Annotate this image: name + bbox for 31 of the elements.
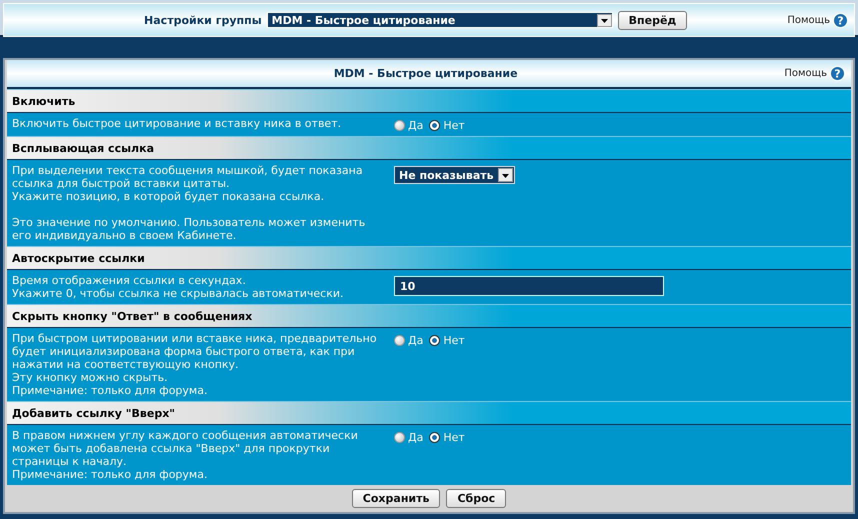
dropdown-icon xyxy=(498,168,513,182)
setting-description: Это значение по умолчанию. Пользователь может изменить его индивидуально в своем Кабинете. xyxy=(12,216,366,242)
setting-description: Включить быстрое цитирование и вставку ника в ответ. xyxy=(12,117,342,130)
section-title: Скрыть кнопку "Ответ" в сообщениях xyxy=(12,310,252,322)
section-title: Всплывающая ссылка xyxy=(12,142,154,154)
radio-button[interactable] xyxy=(429,120,440,131)
radio-button[interactable] xyxy=(429,335,440,346)
form-button[interactable]: Сохранить xyxy=(352,489,440,508)
section-title: Включить xyxy=(12,94,76,108)
group-label: Настройки группы xyxy=(144,14,262,26)
setting-description: При выделении текста сообщения мышкой, будет показана ссылка для быстрой вставки цитаты. Укажите позицию, в которой будет показана ссылка. xyxy=(12,164,364,203)
dropdown-icon xyxy=(596,14,612,26)
setting-description: В правом нижнем углу каждого сообщения автоматически может быть добавлена ссылка "Вверх" для прокрутки страницы к началу. Примечание: только для форума. xyxy=(12,429,359,481)
section-title: Добавить ссылку "Вверх" xyxy=(12,406,176,420)
setting-description: Время отображения ссылки в секундах. Укажите 0, чтобы ссылка не скрывалась автоматически. xyxy=(12,274,345,300)
group-select[interactable]: MDM - Быстрое цитирование xyxy=(266,12,613,28)
panel-title: MDM - Быстрое цитирование xyxy=(332,67,519,80)
setting-description: При быстром цитировании или вставке ника, предварительно будет инициализирована форма быстрого ответа, как при нажатии на соответствующую кнопку. Эту кнопку можно скрыть. Примечание: только для форума. xyxy=(12,332,378,397)
radio-button[interactable] xyxy=(394,335,405,346)
radio-button[interactable] xyxy=(429,432,440,443)
seconds-input-field[interactable]: 10 xyxy=(394,276,664,296)
forward-button[interactable]: Вперёд xyxy=(618,10,688,30)
position-select[interactable]: Не показывать xyxy=(394,166,515,184)
help-link[interactable]: Помощь xyxy=(784,68,827,79)
form-button[interactable]: Сброс xyxy=(446,489,506,508)
section-title: Автоскрытие ссылки xyxy=(12,252,145,264)
help-link[interactable]: Помощь xyxy=(787,14,830,26)
radio-button[interactable] xyxy=(394,120,405,131)
help-icon[interactable]: ? xyxy=(833,12,848,28)
radio-button[interactable] xyxy=(394,432,405,443)
help-icon[interactable]: ? xyxy=(830,66,845,81)
